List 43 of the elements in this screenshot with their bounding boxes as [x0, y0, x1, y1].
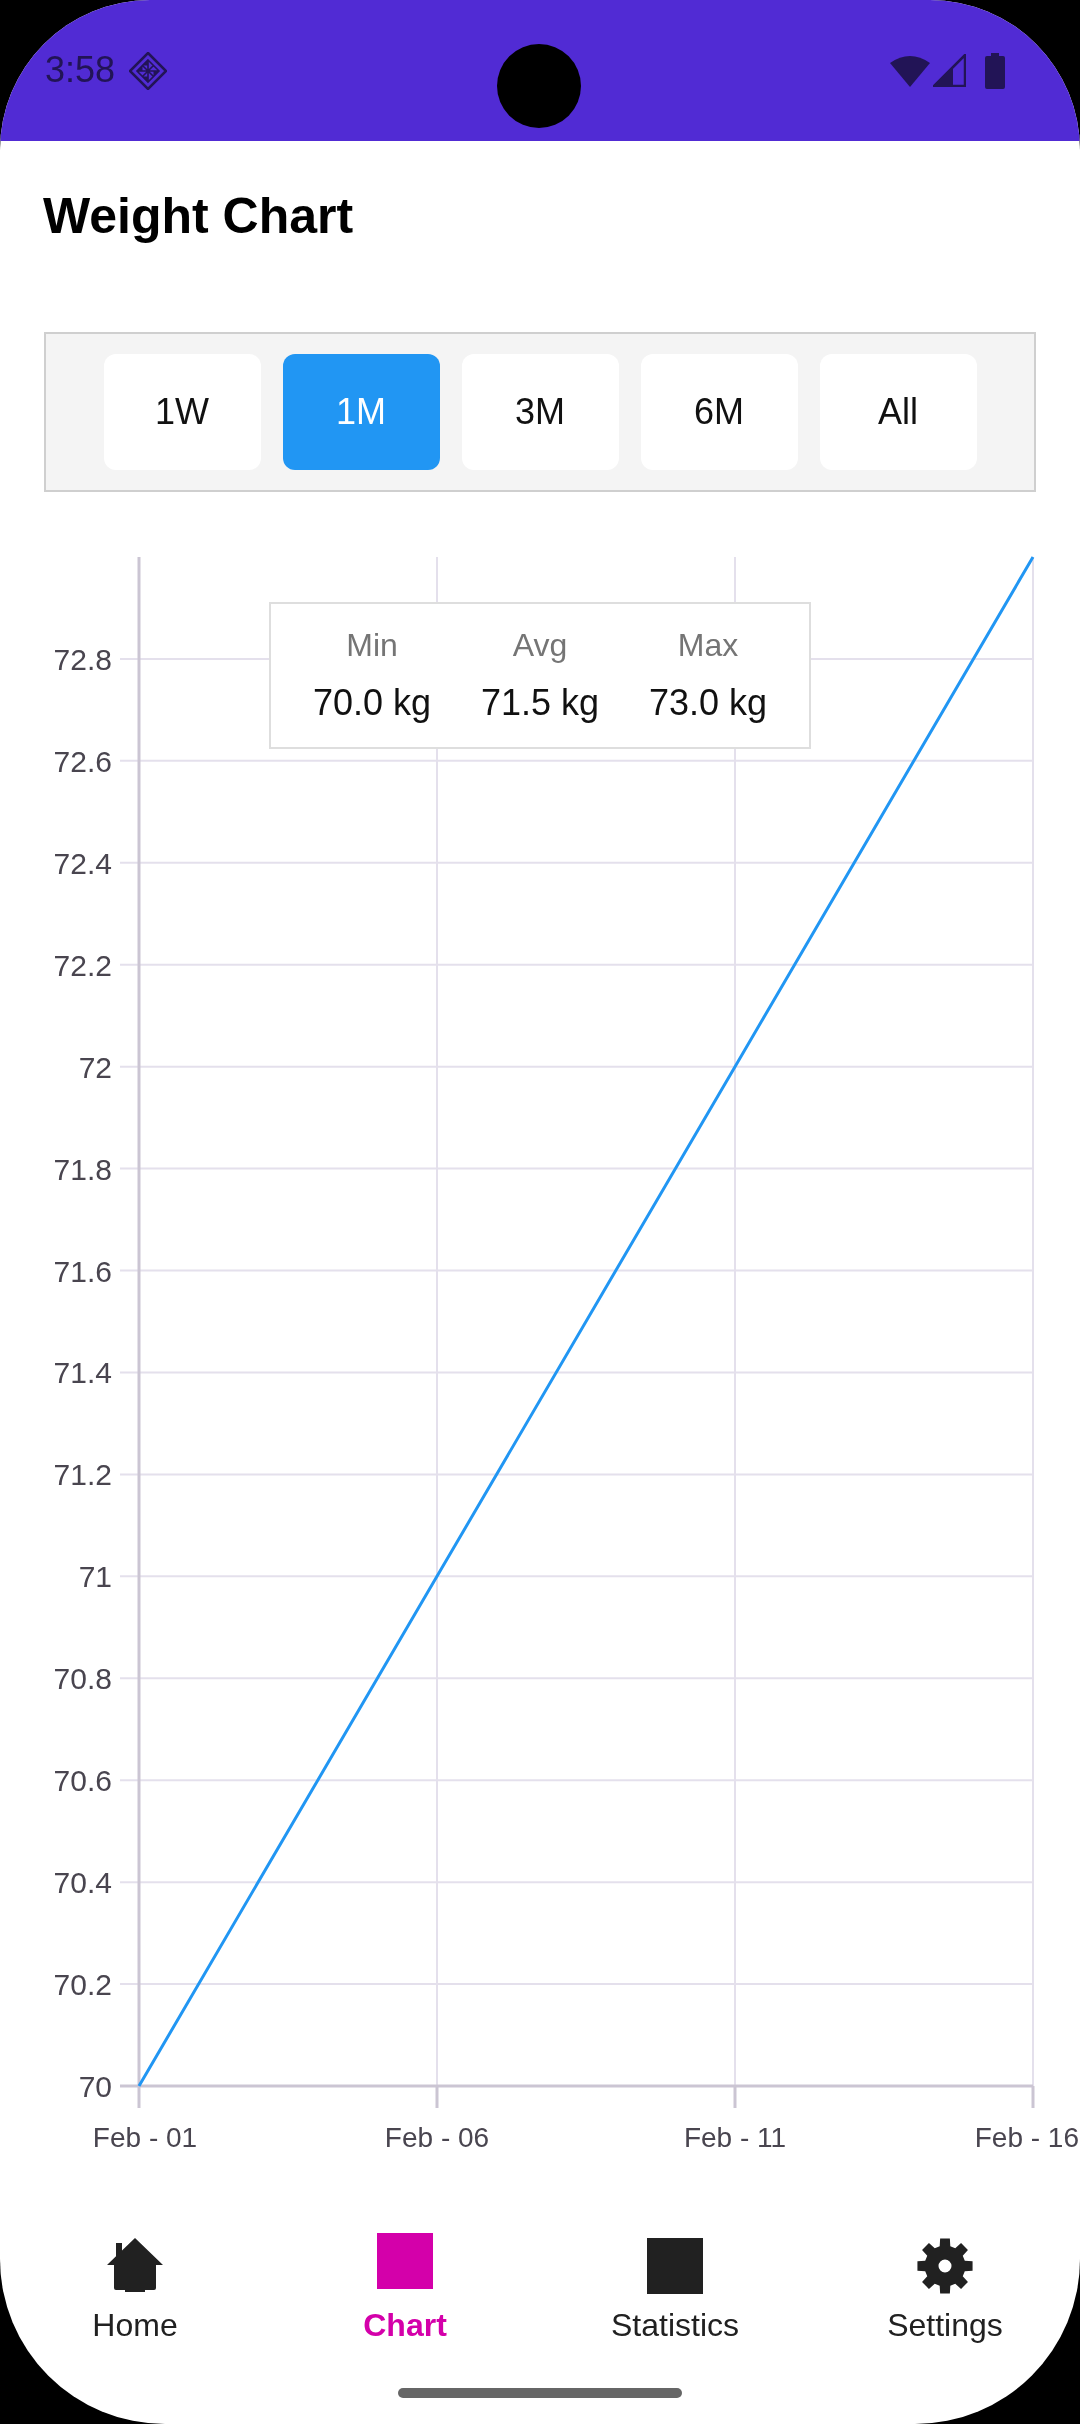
- range-tab[interactable]: 3M: [461, 354, 619, 470]
- y-axis-label: 71: [78, 1560, 112, 1594]
- battery-icon: [985, 52, 1005, 89]
- stat-label: Avg: [512, 626, 568, 665]
- y-axis-label: 71.2: [53, 1458, 112, 1492]
- house-icon: [107, 2238, 163, 2292]
- range-tab[interactable]: 6M: [640, 354, 798, 470]
- y-axis-label: 70.2: [53, 1968, 112, 2002]
- y-axis-label: 71.8: [53, 1152, 112, 1186]
- stat-label: Min: [346, 626, 398, 665]
- page-title: Weight Chart: [43, 187, 354, 246]
- y-axis-label: 70.8: [53, 1662, 112, 1696]
- square-icon: [377, 2233, 433, 2289]
- x-axis-label: Feb - 01: [92, 2122, 198, 2153]
- settings-icon: [917, 2238, 973, 2294]
- diamond-icon: [129, 51, 168, 90]
- x-axis-label: Feb - 11: [683, 2122, 787, 2153]
- y-axis-label: 71.6: [53, 1254, 112, 1288]
- status-time: 3:58: [45, 47, 116, 92]
- nav-tab[interactable]: Home: [92, 2233, 178, 2345]
- nav-tab[interactable]: Settings: [887, 2233, 1003, 2345]
- x-axis-label: Feb - 16: [974, 2122, 1079, 2153]
- range-tab[interactable]: All: [819, 354, 977, 470]
- y-axis-label: 72.6: [53, 744, 112, 778]
- range-tab[interactable]: 1W: [103, 354, 261, 470]
- nav-tab[interactable]: Statistics: [611, 2233, 739, 2345]
- y-axis-label: 72.2: [53, 948, 112, 982]
- y-axis-label: 70.6: [53, 1764, 112, 1798]
- square-icon: [647, 2238, 703, 2294]
- stat-value: 70.0 kg: [312, 681, 432, 725]
- stat-value: 71.5 kg: [480, 681, 600, 725]
- wifi-icon: [890, 54, 930, 87]
- nav-tab[interactable]: Chart: [363, 2233, 447, 2345]
- y-axis-label: 72.4: [53, 846, 112, 880]
- signal-icon: [933, 54, 966, 87]
- stat-value: 73.0 kg: [648, 681, 768, 725]
- x-axis-label: Feb - 06: [384, 2122, 490, 2153]
- y-axis-label: 70: [78, 2070, 112, 2103]
- y-axis-label: 70.4: [53, 1866, 112, 1900]
- stat-label: Max: [677, 626, 739, 665]
- y-axis-label: 71.4: [53, 1356, 112, 1390]
- y-axis-label: 72.8: [53, 642, 112, 676]
- y-axis-label: 72: [78, 1050, 112, 1084]
